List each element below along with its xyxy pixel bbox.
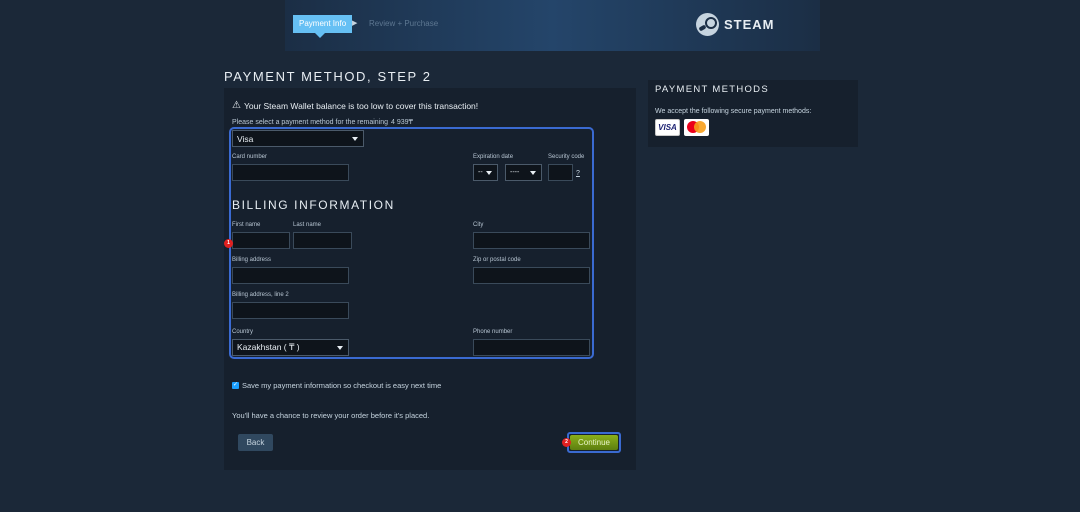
zip-code-label: Zip or postal code bbox=[473, 257, 521, 263]
chevron-down-icon bbox=[530, 170, 536, 175]
visa-icon: VISA bbox=[655, 119, 680, 136]
breadcrumb-review-purchase[interactable]: Review + Purchase bbox=[369, 19, 438, 28]
breadcrumb-payment-info[interactable]: Payment Info bbox=[293, 15, 353, 38]
country-value: Kazakhstan ( ₸ ) bbox=[237, 342, 300, 352]
city-input[interactable] bbox=[473, 232, 590, 249]
billing-address-2-input[interactable] bbox=[232, 302, 349, 319]
security-code-help-link[interactable]: ? bbox=[576, 170, 580, 177]
payment-methods-heading: PAYMENT METHODS bbox=[655, 84, 769, 95]
save-payment-info-row[interactable]: ✓ Save my payment information so checkou… bbox=[232, 381, 441, 390]
chevron-down-icon bbox=[486, 170, 492, 175]
steam-logo-text: STEAM bbox=[724, 17, 775, 32]
billing-address-input[interactable] bbox=[232, 267, 349, 284]
payment-method-value: Visa bbox=[237, 133, 254, 144]
phone-number-label: Phone number bbox=[473, 329, 513, 335]
country-select[interactable]: Kazakhstan ( ₸ ) bbox=[232, 339, 349, 356]
expiration-year-select[interactable]: ---- bbox=[505, 164, 542, 181]
first-name-input[interactable] bbox=[232, 232, 290, 249]
last-name-label: Last name bbox=[293, 222, 322, 228]
billing-information-heading: BILLING INFORMATION bbox=[232, 198, 395, 212]
save-payment-info-checkbox[interactable]: ✓ bbox=[232, 382, 239, 389]
balance-warning: ⚠ Your Steam Wallet balance is too low t… bbox=[232, 100, 478, 111]
steam-logo[interactable]: STEAM bbox=[696, 13, 775, 36]
annotation-marker-1: 1 bbox=[224, 239, 233, 248]
payment-methods-text: We accept the following secure payment m… bbox=[655, 108, 812, 115]
payment-prompt-text: Please select a payment method for the r… bbox=[232, 119, 389, 126]
chevron-down-icon bbox=[337, 345, 343, 350]
first-name-label: First name bbox=[232, 222, 261, 228]
continue-button[interactable]: Continue bbox=[570, 435, 618, 450]
security-code-label: Security code bbox=[548, 154, 585, 160]
remaining-amount: 4 939₸ bbox=[391, 119, 414, 126]
country-label: Country bbox=[232, 329, 254, 335]
mastercard-icon bbox=[684, 119, 709, 136]
annotation-marker-2: 2 bbox=[562, 438, 571, 447]
expiration-month-select[interactable]: -- bbox=[473, 164, 498, 181]
security-code-input[interactable] bbox=[548, 164, 573, 181]
billing-address-2-label: Billing address, line 2 bbox=[232, 292, 289, 298]
warning-text: Your Steam Wallet balance is too low to … bbox=[243, 100, 479, 111]
page-title: PAYMENT METHOD, STEP 2 bbox=[224, 69, 432, 84]
payment-method-select[interactable]: Visa bbox=[232, 130, 364, 147]
expiration-year-value: ---- bbox=[510, 169, 520, 176]
card-number-label: Card number bbox=[232, 154, 268, 160]
expiration-month-value: -- bbox=[478, 169, 483, 176]
last-name-input[interactable] bbox=[293, 232, 352, 249]
phone-number-input[interactable] bbox=[473, 339, 590, 356]
expiration-date-label: Expiration date bbox=[473, 154, 514, 160]
review-note: You'll have a chance to review your orde… bbox=[232, 411, 430, 420]
save-payment-info-label: Save my payment information so checkout … bbox=[242, 381, 442, 390]
chevron-down-icon bbox=[352, 136, 358, 141]
billing-address-label: Billing address bbox=[232, 257, 272, 263]
card-number-input[interactable] bbox=[232, 164, 349, 181]
steam-logo-icon bbox=[696, 13, 719, 36]
chevron-right-icon: ▶ bbox=[352, 20, 358, 27]
payment-prompt: Please select a payment method for the r… bbox=[232, 118, 413, 126]
warning-icon: ⚠ bbox=[232, 100, 241, 111]
back-button[interactable]: Back bbox=[238, 434, 273, 451]
zip-code-input[interactable] bbox=[473, 267, 590, 284]
city-label: City bbox=[473, 222, 484, 228]
